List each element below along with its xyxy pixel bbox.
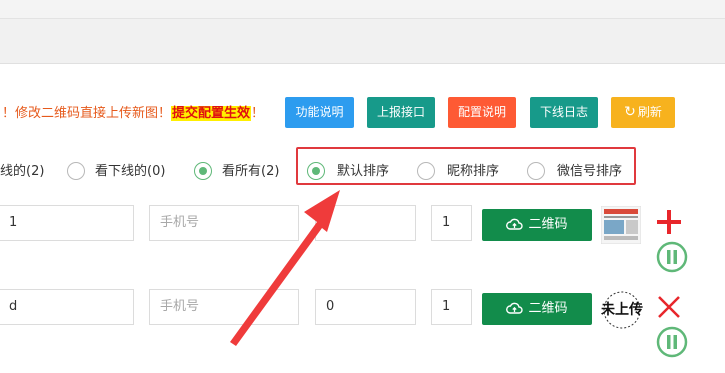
row1-num-input[interactable] — [315, 205, 416, 241]
delete-icon[interactable] — [656, 294, 682, 320]
row2-num-input[interactable]: 0 — [315, 289, 416, 325]
not-uploaded-stamp[interactable]: 未上传 — [600, 290, 644, 330]
cloud-upload-icon — [506, 218, 524, 230]
header-bar — [0, 19, 725, 64]
row1-pause-icon[interactable] — [656, 241, 688, 273]
radio-all[interactable] — [194, 162, 212, 180]
row2-phone-input[interactable]: 手机号 — [149, 289, 299, 325]
notice-tail: ！ — [251, 106, 265, 121]
offline-log-button[interactable]: 下线日志 — [530, 97, 598, 128]
cloud-upload-icon — [506, 302, 524, 314]
top-strip — [0, 0, 725, 19]
notice-main: ！修改二维码直接上传新图！ — [2, 106, 172, 121]
radio-offline[interactable] — [67, 162, 85, 180]
row2-count-input[interactable]: 1 — [431, 289, 472, 325]
row2-field1[interactable]: d — [0, 289, 134, 325]
row1-count-input[interactable]: 1 — [431, 205, 472, 241]
refresh-button[interactable]: ↻ 刷新 — [611, 97, 675, 128]
refresh-label: 刷新 — [637, 105, 662, 119]
not-uploaded-text: 未上传 — [601, 302, 643, 318]
row1-qr-label: 二维码 — [528, 217, 568, 232]
row1-qr-upload-button[interactable]: 二维码 — [482, 209, 592, 241]
filter-online[interactable]: 线的(2) — [0, 160, 44, 184]
row2-pause-icon[interactable] — [656, 326, 688, 358]
row1-phone-input[interactable]: 手机号 — [149, 205, 299, 241]
row2-qr-label: 二维码 — [528, 301, 568, 316]
row1-qr-thumbnail[interactable] — [600, 205, 642, 245]
row2-qr-upload-button[interactable]: 二维码 — [482, 293, 592, 325]
notice-highlight: 提交配置生效 — [171, 106, 252, 121]
func-desc-button[interactable]: 功能说明 — [285, 97, 354, 128]
filter-offline-label: 看下线的(0) — [95, 164, 166, 179]
report-api-button[interactable]: 上报接口 — [367, 97, 435, 128]
row1-field1[interactable]: 1 — [0, 205, 134, 241]
add-icon[interactable] — [655, 208, 683, 236]
sort-highlight-box — [296, 147, 636, 185]
refresh-icon: ↻ — [624, 104, 636, 120]
filter-online-label: 线的(2) — [0, 164, 45, 179]
filter-all-label: 看所有(2) — [222, 164, 280, 179]
config-desc-button[interactable]: 配置说明 — [448, 97, 516, 128]
notice-text: ！修改二维码直接上传新图！提交配置生效！ — [2, 102, 264, 121]
